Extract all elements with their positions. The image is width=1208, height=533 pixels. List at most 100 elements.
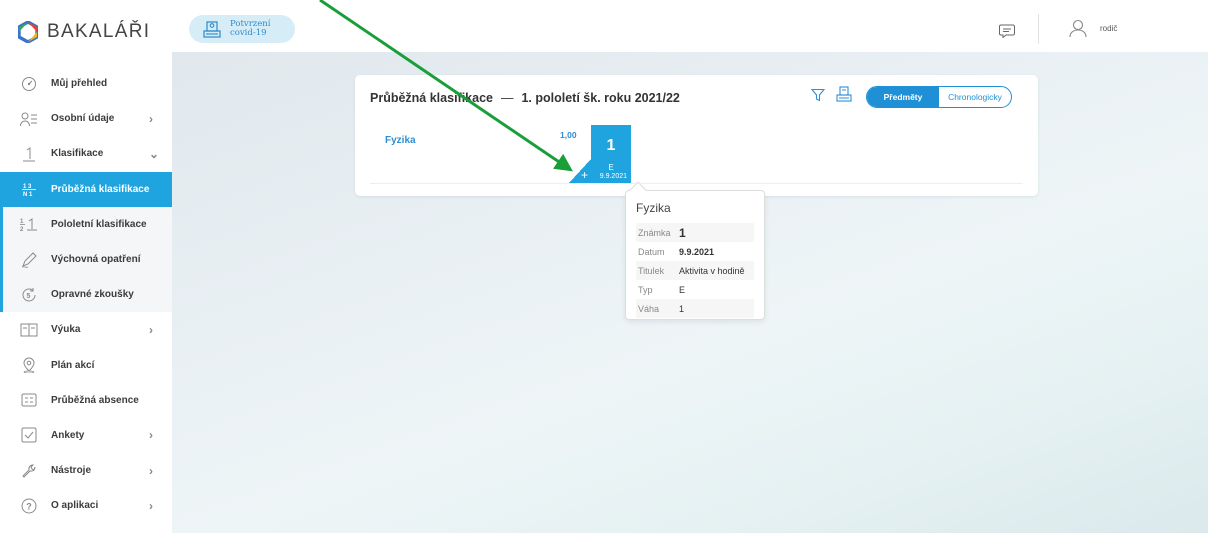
- tooltip-row: Titulek Aktivita v hodině: [636, 261, 754, 280]
- sidebar-item-dashboard[interactable]: Můj přehled: [0, 66, 172, 101]
- sidebar-item-book[interactable]: Výuka ›: [0, 312, 172, 347]
- view-toggle: Předměty Chronologicky: [866, 86, 1012, 108]
- covid-button-label: Potvrzení covid-19: [230, 20, 270, 38]
- tooltip-row: Datum 9.9.2021: [636, 242, 754, 261]
- filter-icon: [810, 88, 826, 102]
- sidebar-item-label: Můj přehled: [51, 78, 108, 90]
- tooltip-title-value: Aktivita v hodině: [676, 261, 754, 280]
- period-label: 1. pololetí šk. roku 2021/22: [521, 91, 680, 105]
- tooltip-grade-value: 1: [676, 223, 754, 242]
- page-title: Průběžná klasifikace: [370, 91, 493, 105]
- chevron-right-icon: ›: [149, 111, 153, 126]
- tooltip-key: Váha: [636, 299, 677, 318]
- printer-icon: [836, 86, 852, 102]
- tooltip-type-value: E: [678, 284, 685, 295]
- svg-text:?: ?: [26, 501, 32, 511]
- grade-tooltip: Fyzika Známka 1 Datum 9.9.2021 Titulek Akti…: [625, 190, 765, 320]
- bakalari-logo-icon: [18, 21, 38, 43]
- print-button[interactable]: [836, 86, 852, 105]
- absence-icon: [20, 391, 38, 409]
- svg-text:N 1: N 1: [23, 192, 33, 197]
- retry-exam-icon: 5: [20, 286, 38, 304]
- card-title: Průběžná klasifikace — 1. pololetí šk. r…: [370, 91, 680, 105]
- row-divider: [370, 183, 1023, 184]
- edit-pen-icon: [20, 251, 38, 269]
- svg-text:2: 2: [20, 227, 24, 232]
- chevron-down-icon: ⌄: [149, 146, 160, 161]
- chevron-right-icon: ›: [149, 428, 153, 443]
- wrench-icon: [20, 462, 38, 480]
- location-pin-icon: [20, 356, 38, 374]
- svg-text:5: 5: [27, 293, 31, 300]
- tooltip-row: Váha 1: [636, 299, 754, 318]
- chevron-right-icon: ›: [149, 463, 153, 478]
- tooltip-subject: Fyzika: [636, 201, 671, 215]
- sidebar-item-label: Průběžná klasifikace: [51, 183, 150, 195]
- sidebar-item-label: Osobní údaje: [51, 113, 115, 125]
- user-menu[interactable]: rodič: [1068, 18, 1117, 38]
- certificate-icon: [203, 21, 221, 38]
- book-icon: [20, 321, 38, 339]
- view-chronological-button[interactable]: Chronologicky: [939, 87, 1011, 107]
- sidebar-item-label: Ankety: [51, 429, 85, 441]
- user-role: rodič: [1100, 23, 1118, 33]
- tooltip-date-value: 9.9.2021: [678, 246, 714, 257]
- sidebar-item-retry-exam[interactable]: 5 Opravné zkoušky: [0, 277, 172, 313]
- sidebar-item-absence[interactable]: Průběžná absence: [0, 383, 172, 418]
- tooltip-row: Známka 1: [636, 223, 754, 242]
- grade-one-icon: [20, 145, 38, 163]
- tooltip-key: Titulek: [636, 261, 677, 280]
- topbar-divider: [1038, 14, 1039, 44]
- sidebar-item-grades-grid[interactable]: 1 3N 1 Průběžná klasifikace: [0, 171, 172, 207]
- title-dash: —: [500, 91, 514, 105]
- sidebar-item-label: Pololetní klasifikace: [51, 218, 147, 230]
- chat-bubble-icon: [999, 24, 1015, 38]
- chevron-right-icon: ›: [149, 498, 153, 513]
- messages-button[interactable]: [994, 21, 1020, 41]
- sidebar-item-help[interactable]: ? O aplikaci ›: [0, 488, 172, 523]
- sidebar-item-grade-one[interactable]: Klasifikace ⌄: [0, 136, 172, 171]
- sidebar-item-location-pin[interactable]: Plán akcí: [0, 348, 172, 383]
- sidebar-item-label: Nástroje: [51, 465, 92, 477]
- fraction-icon: 12: [20, 215, 38, 233]
- sidebar-item-label: O aplikaci: [51, 500, 99, 512]
- grade-type: E: [608, 163, 614, 172]
- sidebar-item-label: Průběžná absence: [51, 394, 139, 406]
- view-subjects-button[interactable]: Předměty: [867, 87, 939, 107]
- top-bar: Potvrzení covid-19 rodič: [172, 0, 1208, 52]
- sidebar-item-person-card[interactable]: Osobní údaje ›: [0, 101, 172, 136]
- main-area: Potvrzení covid-19 rodič Průběžná klasif…: [172, 0, 1208, 533]
- chevron-right-icon: ›: [149, 322, 153, 337]
- tooltip-details: Známka 1 Datum 9.9.2021 Titulek Aktivita v …: [636, 223, 754, 318]
- user-icon: [1069, 19, 1087, 38]
- sidebar-item-label: Opravné zkoušky: [51, 289, 134, 301]
- subject-name[interactable]: Fyzika: [385, 135, 416, 146]
- tooltip-key: Známka: [636, 223, 677, 242]
- grade-tile[interactable]: 1 E 9.9.2021: [591, 125, 631, 183]
- sidebar-item-fraction[interactable]: 1 2 Pololetní klasifikace: [0, 206, 172, 242]
- logo[interactable]: BAKALÁŘI: [18, 21, 150, 43]
- app-name: BAKALÁŘI: [47, 21, 151, 42]
- sidebar-nav: Můj přehled Osobní údaje › Klasifikace ⌄ 1 3N…: [0, 66, 172, 523]
- sidebar-item-label: Plán akcí: [51, 359, 95, 371]
- grades-grid-icon: 1 3N 1: [20, 180, 38, 198]
- sidebar-item-label: Výchovná opatření: [51, 254, 141, 266]
- tooltip-key: Datum: [638, 246, 665, 257]
- tooltip-weight-value: 1: [676, 299, 754, 318]
- filter-button[interactable]: [810, 88, 826, 105]
- grades-card: Průběžná klasifikace — 1. pololetí šk. r…: [355, 75, 1038, 196]
- sidebar-item-label: Výuka: [51, 324, 81, 336]
- covid-certificate-button[interactable]: Potvrzení covid-19: [189, 15, 295, 43]
- sidebar-item-wrench[interactable]: Nástroje ›: [0, 453, 172, 488]
- help-icon: ?: [20, 497, 38, 515]
- subject-average: 1,00: [560, 130, 577, 140]
- sidebar: BAKALÁŘI Můj přehled Osobní údaje › Klasifi…: [0, 0, 172, 533]
- covid-label-line2: covid-19: [230, 28, 267, 38]
- tooltip-key: Typ: [638, 284, 653, 295]
- sidebar-item-checkbox[interactable]: Ankety ›: [0, 418, 172, 453]
- plus-icon: +: [581, 168, 589, 182]
- sidebar-item-label: Klasifikace: [51, 148, 104, 160]
- tooltip-row: Typ E: [636, 280, 754, 299]
- grade-date: 9.9.2021: [599, 173, 627, 180]
- sidebar-item-edit-pen[interactable]: Výchovná opatření: [0, 241, 172, 278]
